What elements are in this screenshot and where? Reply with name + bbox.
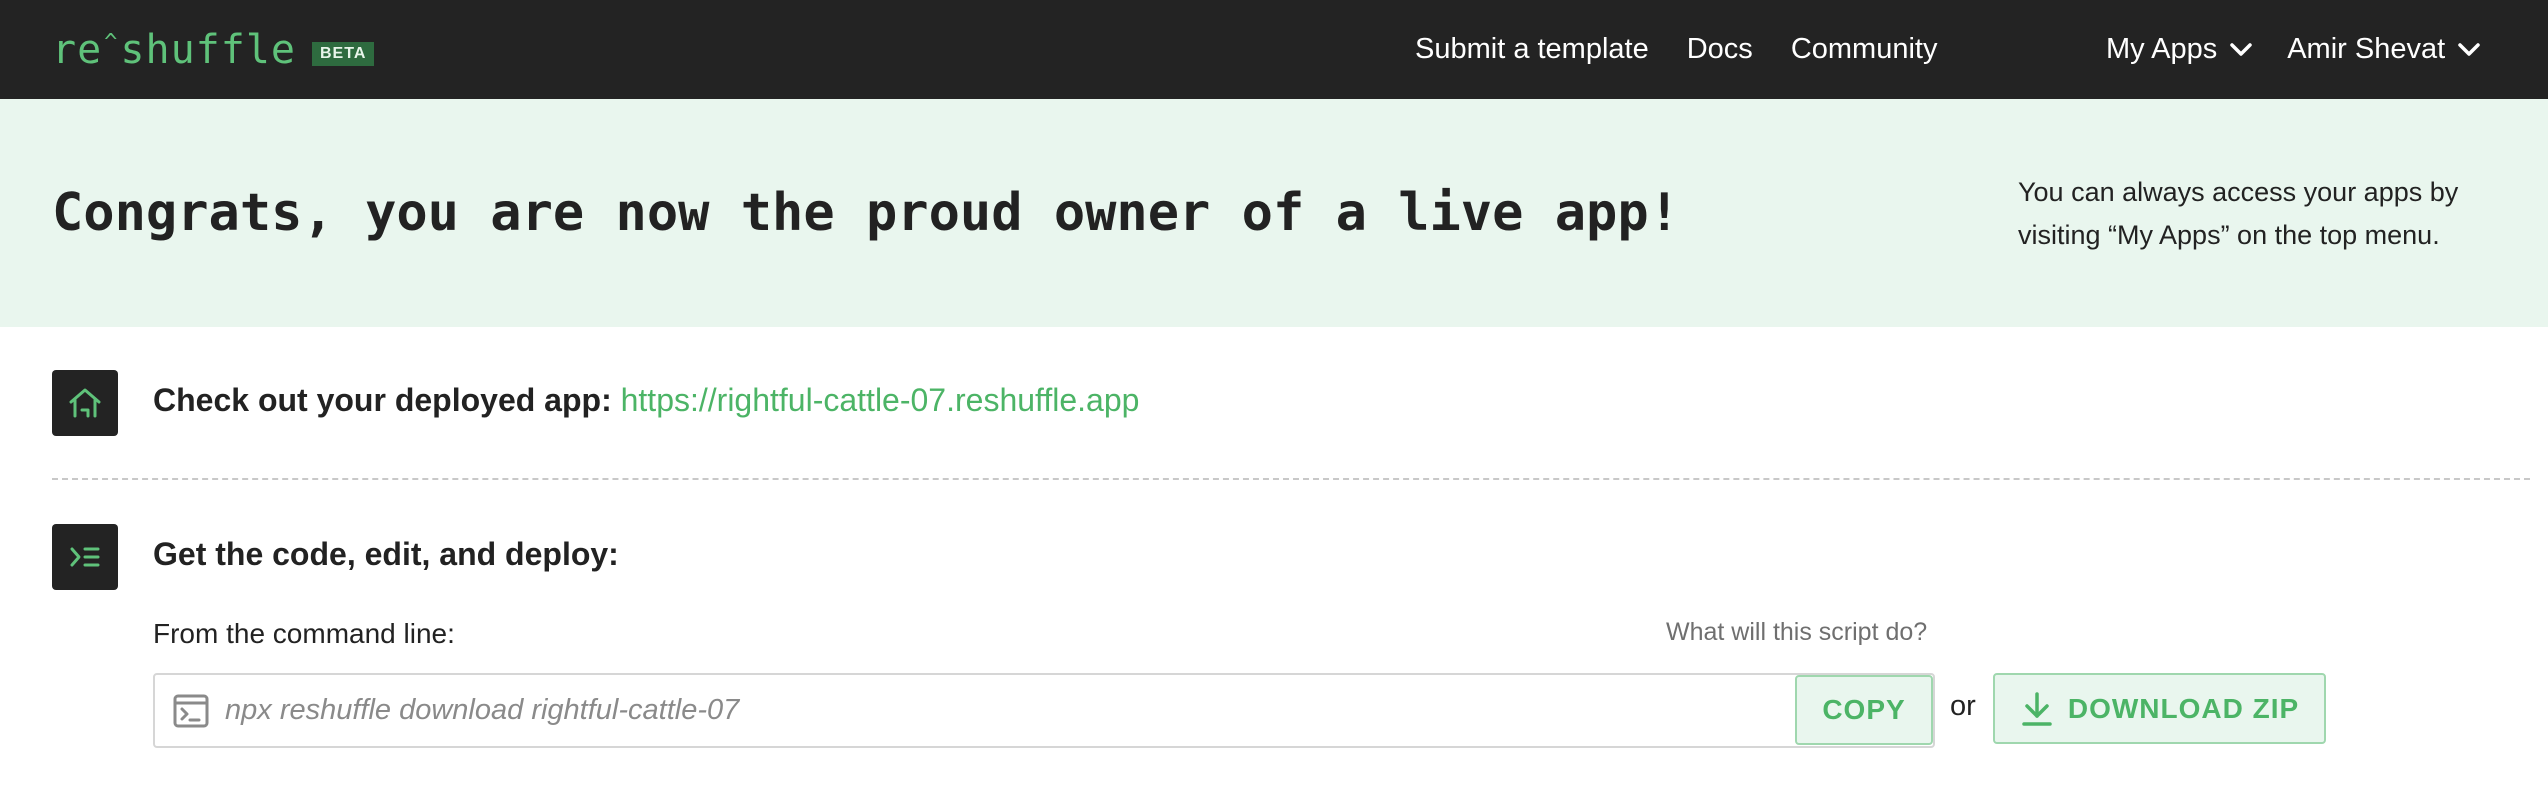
main-nav: Submit a template Docs Community xyxy=(1415,0,1937,99)
copy-button[interactable]: COPY xyxy=(1795,675,1933,745)
deployed-app-label: Check out your deployed app: xyxy=(153,382,612,418)
terminal-list-icon xyxy=(70,547,100,567)
beta-badge: BETA xyxy=(312,41,375,66)
reshuffle-logo[interactable]: re^shuffle BETA xyxy=(52,26,375,73)
my-apps-hint: You can always access your apps by visit… xyxy=(2018,177,2459,250)
chevron-down-icon xyxy=(2458,42,2480,56)
command-input[interactable] xyxy=(225,675,1785,746)
download-zip-button[interactable]: DOWNLOAD ZIP xyxy=(1993,673,2326,744)
download-zip-label: DOWNLOAD ZIP xyxy=(2067,692,2300,724)
command-box xyxy=(153,673,1935,748)
terminal-icon xyxy=(173,694,209,728)
chevron-down-icon xyxy=(2230,42,2252,56)
nav-submit-template-link[interactable]: Submit a template xyxy=(1415,33,1649,66)
my-apps-label: My Apps xyxy=(2106,33,2218,65)
my-apps-dropdown[interactable]: My Apps xyxy=(2106,33,2253,66)
terminal-list-icon-tile xyxy=(52,524,118,590)
account-nav: My Apps Amir Shevat xyxy=(2106,0,2481,99)
nav-community-link[interactable]: Community xyxy=(1791,33,1938,66)
download-icon xyxy=(2022,691,2052,726)
user-name-label: Amir Shevat xyxy=(2287,33,2446,65)
user-menu-dropdown[interactable]: Amir Shevat xyxy=(2287,33,2481,66)
command-line-label: From the command line: xyxy=(153,618,455,649)
logo-wordmark: re^shuffle xyxy=(52,26,296,73)
deployed-app-url-link[interactable]: https://rightful-cattle-07.reshuffle.app xyxy=(621,382,1140,418)
nav-docs-link[interactable]: Docs xyxy=(1687,33,1753,66)
deployed-app-row: Check out your deployed app: https://rig… xyxy=(153,382,1139,419)
page-title: Congrats, you are now the proud owner of… xyxy=(52,183,1680,243)
congrats-banner: Congrats, you are now the proud owner of… xyxy=(0,99,2548,327)
top-navigation-bar: re^shuffle BETA Submit a template Docs C… xyxy=(0,0,2548,99)
script-help-link[interactable]: What will this script do? xyxy=(1666,618,1927,647)
get-code-title: Get the code, edit, and deploy: xyxy=(153,536,619,572)
or-separator: or xyxy=(1950,690,1976,722)
section-divider xyxy=(52,478,2530,480)
home-icon-tile xyxy=(52,370,118,436)
home-icon xyxy=(69,388,101,418)
